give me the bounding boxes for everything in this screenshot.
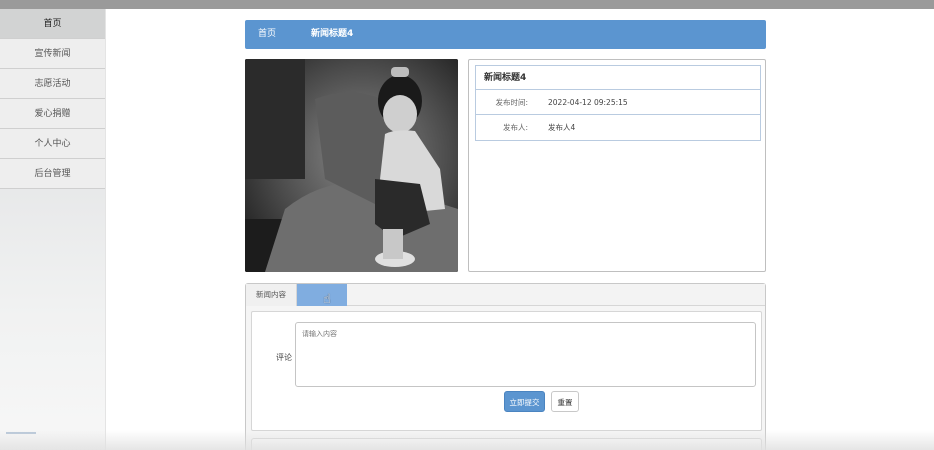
news-photo-illustration (245, 59, 458, 272)
sidebar-item-volunteer[interactable]: 志愿活动 (0, 69, 105, 99)
submit-button[interactable]: 立即提交 (504, 391, 545, 412)
publisher-row: 发布人: 发布人4 (476, 115, 760, 140)
publish-time-label: 发布时间: (495, 98, 528, 107)
publisher-value: 发布人4 (548, 123, 576, 132)
bottom-fade (0, 430, 934, 450)
comment-input[interactable] (295, 322, 756, 387)
publish-time-row: 发布时间: 2022-04-12 09:25:15 (476, 90, 760, 115)
sidebar-item-news[interactable]: 宣传新闻 (0, 39, 105, 69)
tab-news-content[interactable]: 新闻内容 (246, 284, 297, 306)
breadcrumb-home-link[interactable]: 首页 (258, 20, 276, 49)
publish-time-value: 2022-04-12 09:25:15 (548, 98, 628, 107)
sidebar-item-donation[interactable]: 爱心捐赠 (0, 99, 105, 129)
breadcrumb: 首页 新闻标题4 (245, 20, 766, 49)
content-tabs: 新闻内容 ☝ 评论 立即提交 重置 (245, 283, 766, 450)
comment-label: 评论 (276, 353, 292, 362)
breadcrumb-current: 新闻标题4 (311, 29, 354, 39)
window-top-bar (0, 0, 934, 9)
comment-form: 评论 立即提交 重置 (251, 311, 762, 431)
tab-comment[interactable] (297, 284, 347, 306)
news-info-table: 新闻标题4 发布时间: 2022-04-12 09:25:15 发布人: 发布人… (475, 65, 761, 141)
publisher-label: 发布人: (502, 123, 528, 132)
mouse-pointer-icon: ☝ (323, 292, 331, 307)
sidebar-nav: 首页 宣传新闻 志愿活动 爱心捐赠 个人中心 后台管理 (0, 9, 106, 450)
sidebar-item-home[interactable]: 首页 (0, 9, 105, 39)
news-title: 新闻标题4 (476, 66, 760, 90)
news-info-panel: 新闻标题4 发布时间: 2022-04-12 09:25:15 发布人: 发布人… (468, 59, 766, 272)
reset-button[interactable]: 重置 (551, 391, 579, 412)
sidebar-item-admin[interactable]: 后台管理 (0, 159, 105, 189)
sidebar-item-profile[interactable]: 个人中心 (0, 129, 105, 159)
tab-bar: 新闻内容 ☝ (246, 284, 765, 307)
news-image (245, 59, 458, 272)
